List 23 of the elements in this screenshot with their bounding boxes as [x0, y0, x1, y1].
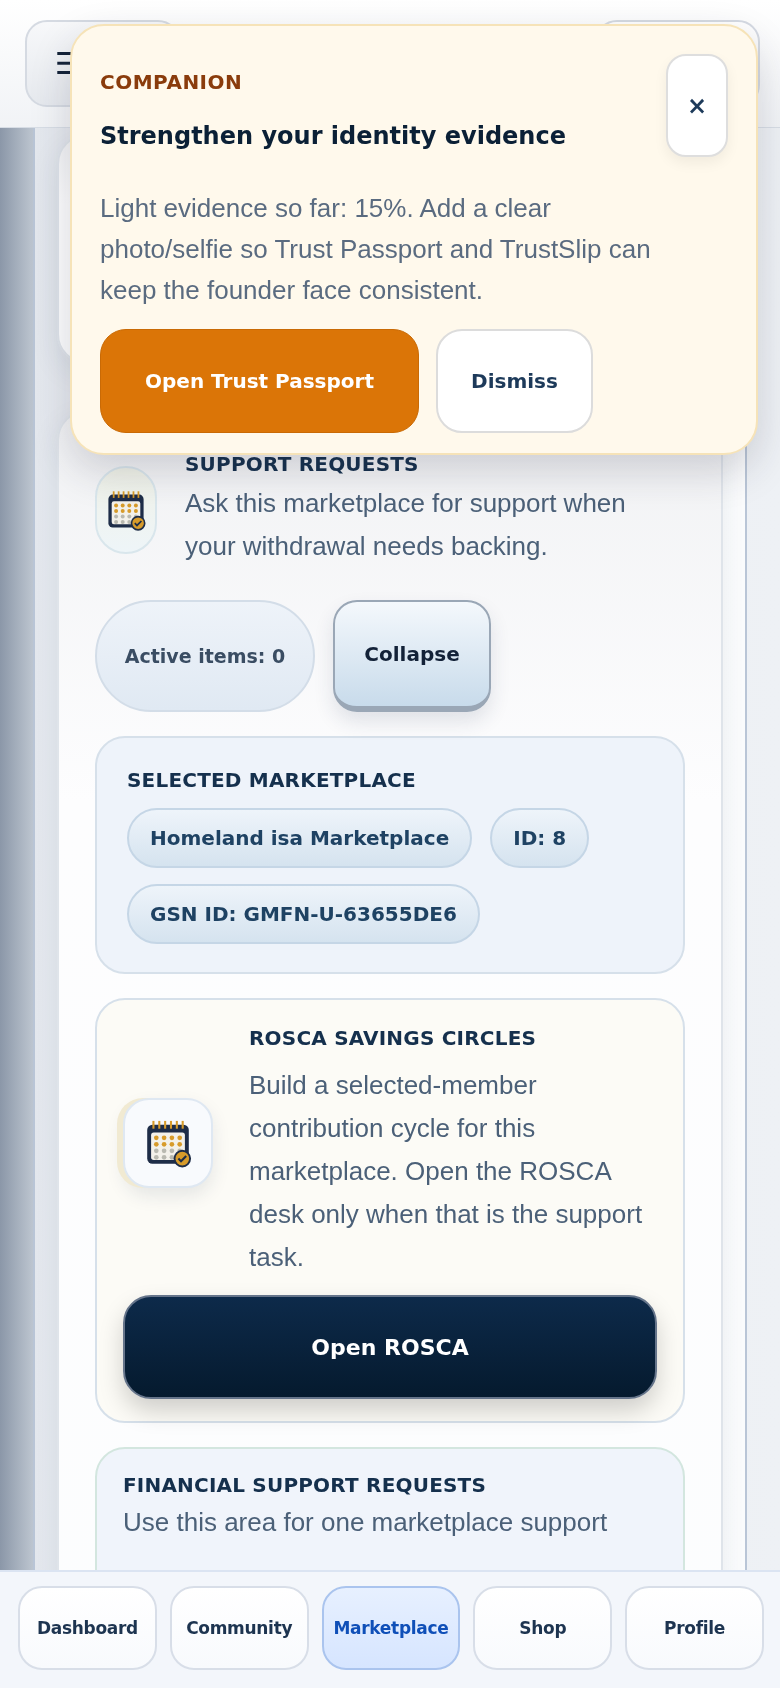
nav-tab[interactable]: Profile: [625, 1586, 764, 1670]
active-items-badge: Active items: 0: [95, 600, 315, 712]
section-description: Ask this marketplace for support when your withdrawal needs backing.: [185, 487, 627, 563]
card-title: ROSCA SAVINGS CIRCLES: [249, 1026, 538, 1050]
nav-tab[interactable]: Marketplace: [321, 1586, 461, 1670]
section-title: SUPPORT REQUESTS: [185, 452, 420, 476]
card-title: FINANCIAL SUPPORT REQUESTS: [123, 1473, 488, 1497]
dismiss-button[interactable]: Dismiss: [436, 329, 593, 433]
popup-message: Light evidence so far: 15%. Add a clear photo/selfie so Trust Passport and TrustSlip can keep the founder face consistent.: [100, 192, 652, 307]
close-button[interactable]: ×: [666, 54, 728, 157]
panel-title: SELECTED MARKETPLACE: [127, 768, 417, 792]
popup-eyebrow: COMPANION: [100, 70, 244, 94]
nav-tab[interactable]: Dashboard: [18, 1586, 157, 1670]
popup-title: Strengthen your identity evidence: [100, 122, 566, 150]
info-chip: ID: 8: [490, 808, 590, 868]
card-description: Use this area for one marketplace support: [123, 1506, 609, 1539]
open-rosca-button[interactable]: Open ROSCA: [123, 1295, 657, 1399]
card-description: Build a selected-member contribution cycle for this marketplace. Open the ROSCA desk only when that is the support task.: [249, 1069, 644, 1274]
info-chip: GSN ID: GMFN-U-63655DE6: [127, 884, 480, 944]
collapse-button[interactable]: Collapse: [333, 600, 491, 712]
nav-tab[interactable]: Community: [169, 1586, 309, 1670]
info-chip: Homeland isa Marketplace: [127, 808, 473, 868]
nav-tab[interactable]: Shop: [473, 1586, 613, 1670]
